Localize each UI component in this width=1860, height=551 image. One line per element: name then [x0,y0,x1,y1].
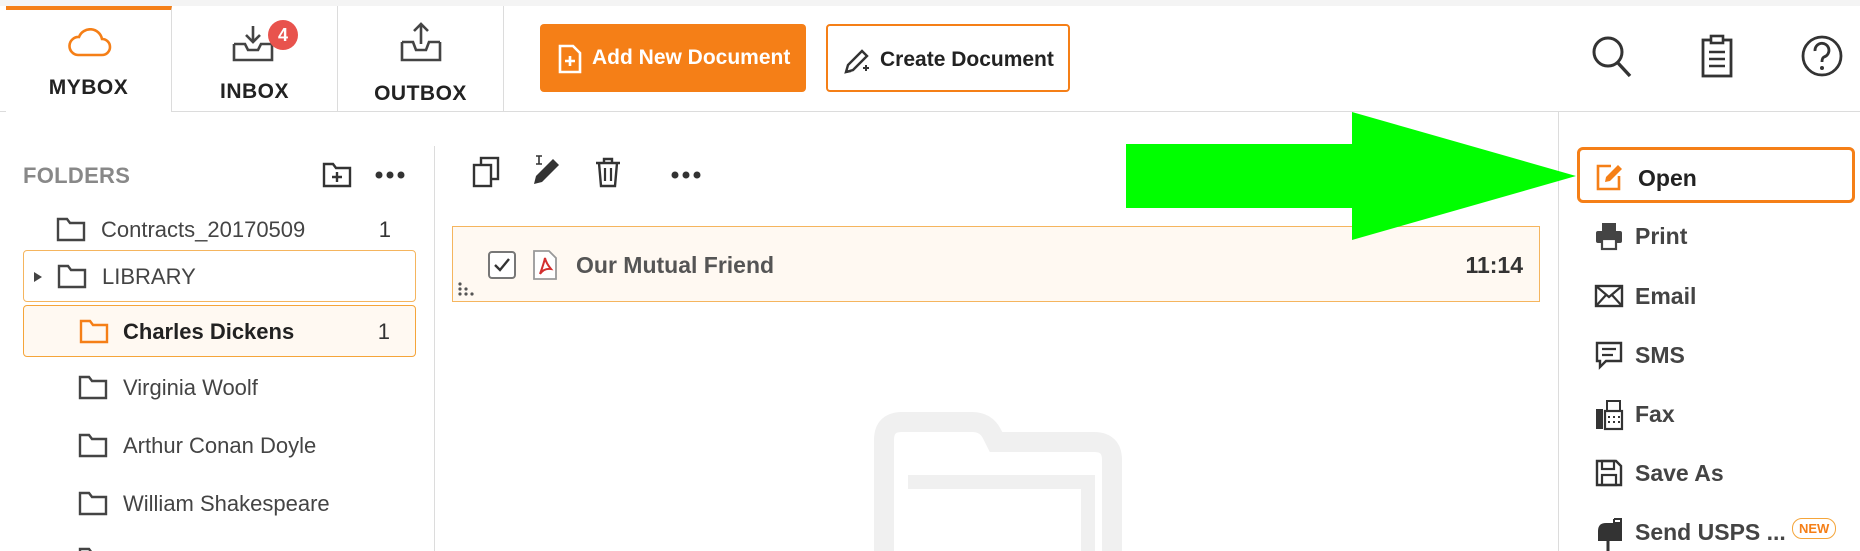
fax-action-label: Fax [1635,401,1675,427]
folders-heading: FOLDERS [23,163,131,188]
folder-more-icon[interactable] [374,170,406,180]
folder-icon [78,433,108,458]
sms-action[interactable]: SMS [1577,327,1855,383]
email-action[interactable]: Email [1577,268,1855,324]
search-icon[interactable] [1590,34,1634,80]
folder-count: 1 [377,319,390,344]
send-usps-action[interactable]: Send USPS ... NEW [1577,504,1855,551]
folder-count: 1 [378,217,391,242]
print-action-label: Print [1635,223,1688,249]
rename-pencil-icon[interactable] [528,152,564,188]
folder-item-partial[interactable] [23,534,416,551]
send-usps-action-label: Send USPS ... [1635,519,1786,545]
mailbox-icon [1598,518,1622,551]
folder-icon [78,375,108,400]
fax-icon [1596,400,1624,431]
new-badge: NEW [1792,518,1837,539]
outbox-upload-icon [400,22,442,62]
trash-icon[interactable] [594,156,622,188]
add-new-document-label: Add New Document [592,46,791,69]
folder-name: Virginia Woolf [123,375,258,400]
save-as-action-label: Save As [1635,460,1724,486]
new-folder-icon[interactable] [322,160,352,188]
print-action[interactable]: Print [1577,208,1855,264]
inbox-count-badge: 4 [268,20,298,50]
open-action-label: Open [1638,165,1697,191]
tab-inbox-label: INBOX [219,80,289,103]
create-document-button[interactable]: Create Document [826,24,1070,92]
chat-icon [1595,341,1623,370]
folder-item-charles-dickens[interactable]: Charles Dickens 1 [23,305,416,357]
empty-folder-watermark-icon [874,412,1122,551]
tab-mybox[interactable]: MYBOX [6,6,172,112]
copy-icon[interactable] [472,156,500,188]
envelope-icon [1594,284,1624,308]
folder-name: Contracts_20170509 [101,217,306,242]
add-document-icon [558,44,582,74]
open-action[interactable]: Open [1577,147,1855,203]
sms-action-label: SMS [1635,342,1685,368]
fax-action[interactable]: Fax [1577,386,1855,442]
expand-arrow-icon[interactable] [33,271,43,283]
tab-outbox[interactable]: OUTBOX [338,6,504,112]
add-new-document-button[interactable]: Add New Document [540,24,806,92]
folder-name: Arthur Conan Doyle [123,433,317,458]
folder-name: LIBRARY [102,264,196,289]
tab-mybox-label: MYBOX [48,76,129,99]
floppy-disk-icon [1595,459,1623,487]
folder-icon [78,547,92,551]
folder-item-library[interactable]: LIBRARY [23,250,416,302]
printer-icon [1596,223,1622,251]
folder-name: William Shakespeare [123,491,330,516]
top-bar: MYBOX 4 INBOX OUTBOX Add New Document Cr… [0,0,1860,112]
document-checkbox[interactable] [488,251,516,279]
pen-sparkle-icon [844,49,869,74]
email-action-label: Email [1635,283,1697,309]
annotation-arrow [1126,112,1576,240]
folder-icon [79,319,109,344]
create-document-label: Create Document [880,48,1054,71]
folder-item-william-shakespeare[interactable]: William Shakespeare [23,478,416,530]
save-as-action[interactable]: Save As [1577,445,1855,501]
tab-outbox-label: OUTBOX [374,82,467,105]
folder-name: Charles Dickens [123,319,295,344]
folders-divider [434,146,435,551]
folder-item-arthur-conan-doyle[interactable]: Arthur Conan Doyle [23,420,416,472]
pdf-file-icon [533,250,557,280]
checkmark-icon [494,258,510,272]
folder-icon [57,264,87,289]
folder-item-contracts[interactable]: Contracts_20170509 1 [23,204,416,256]
document-more-icon[interactable] [670,170,702,180]
edit-document-icon [1596,164,1622,191]
help-icon[interactable] [1800,34,1844,78]
clipboard-icon[interactable] [1700,34,1734,78]
cloud-icon [68,28,112,57]
folder-icon [56,217,86,242]
drag-handle-icon[interactable] [457,281,477,297]
document-title: Our Mutual Friend [576,252,775,278]
document-time: 11:14 [1465,252,1523,278]
folder-icon [78,491,108,516]
tab-inbox[interactable]: 4 INBOX [172,6,338,112]
folder-item-virginia-woolf[interactable]: Virginia Woolf [23,362,416,414]
